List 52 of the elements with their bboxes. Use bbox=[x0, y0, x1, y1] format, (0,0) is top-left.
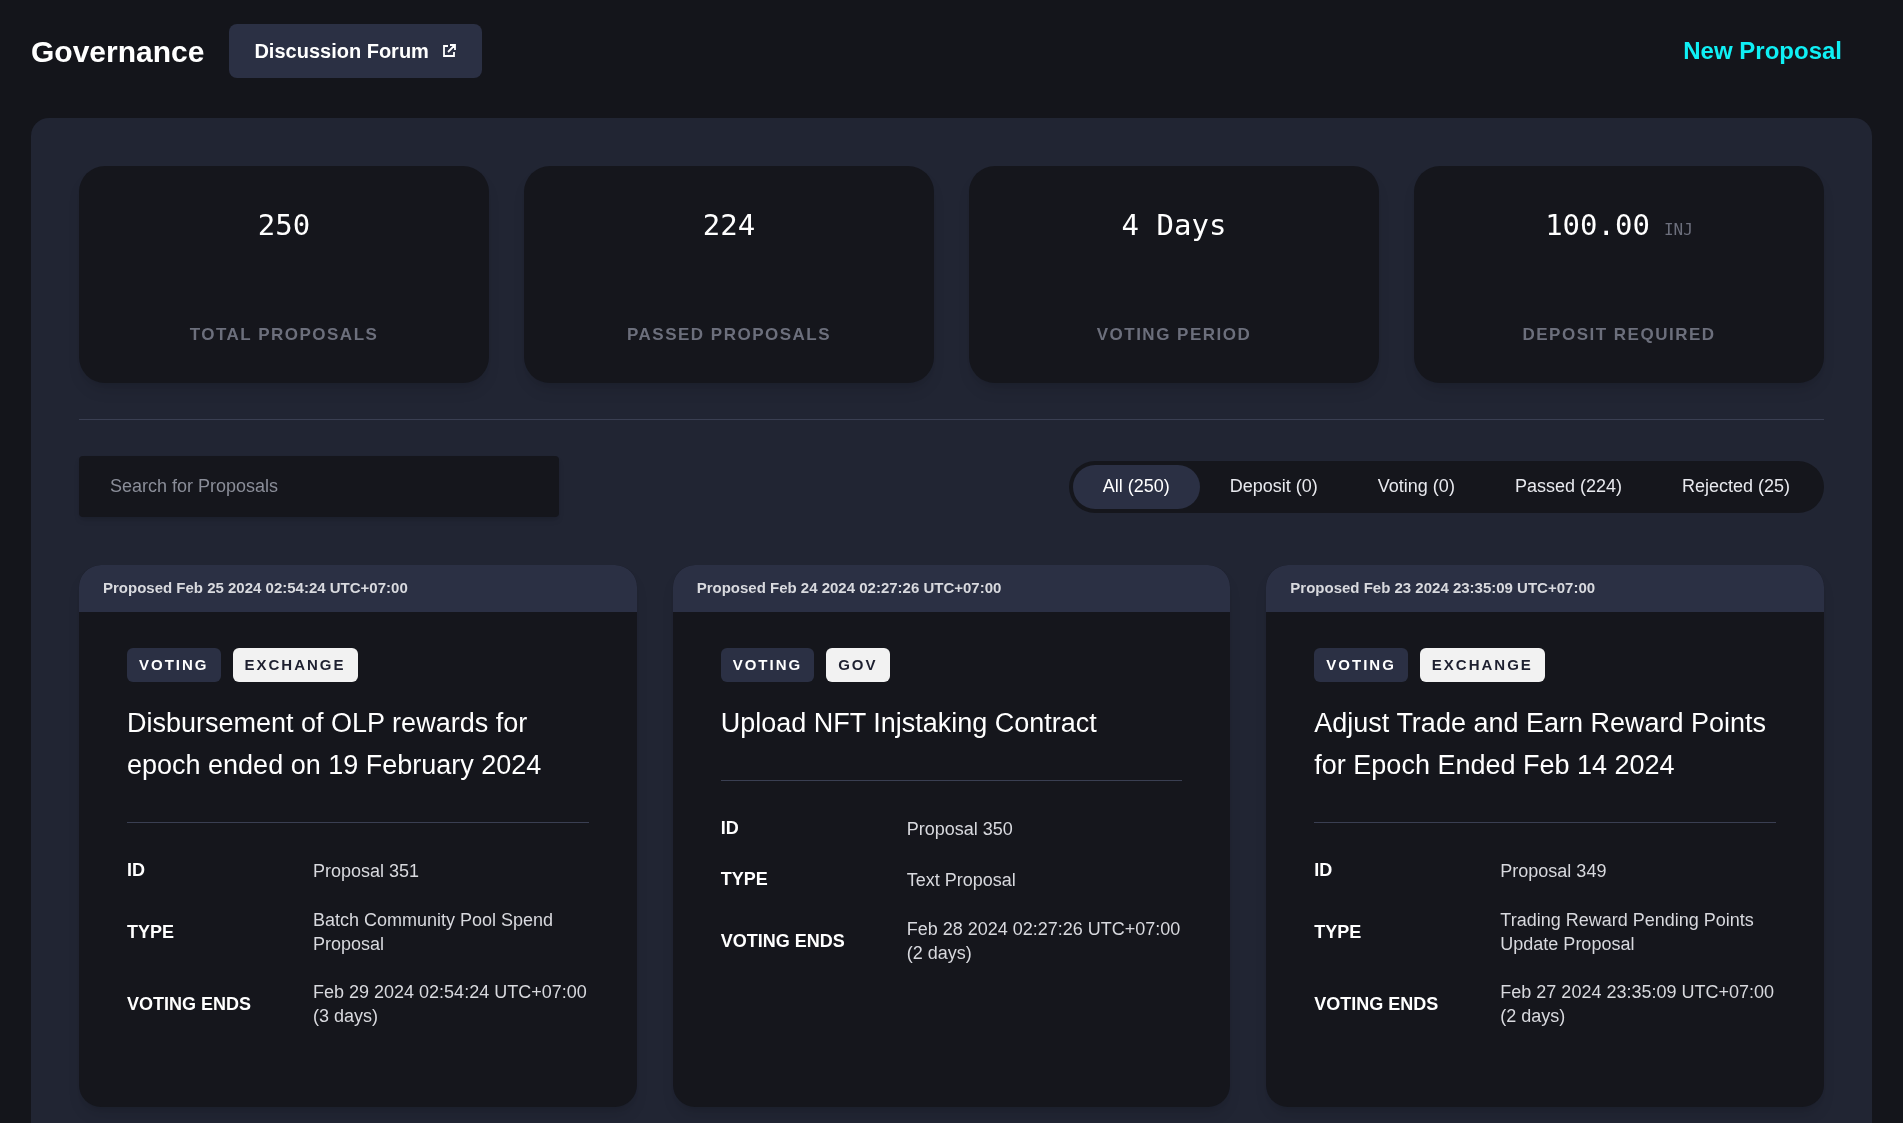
tag-badge: VOTING bbox=[1314, 648, 1408, 682]
tag-badge: GOV bbox=[826, 648, 890, 682]
field-value: Trading Reward Pending Points Update Proposal bbox=[1500, 909, 1755, 956]
field-value: Text Proposal bbox=[906, 868, 1017, 892]
field-value: Proposal 350 bbox=[906, 817, 1014, 841]
stat-label: PASSED PROPOSALS bbox=[626, 323, 832, 346]
stat-unit: INJ bbox=[1663, 219, 1693, 241]
filter-tab[interactable]: All (250) bbox=[1072, 464, 1200, 509]
stat-label: VOTING PERIOD bbox=[1096, 323, 1252, 346]
stat-value: 4 Days bbox=[1121, 207, 1227, 244]
proposed-date: Proposed Feb 23 2024 23:35:09 UTC+07:00 bbox=[1266, 565, 1824, 612]
filter-tab[interactable]: Deposit (0) bbox=[1199, 464, 1348, 509]
search-field[interactable]: Search for Proposals bbox=[79, 456, 559, 517]
field-value: Feb 29 2024 02:54:24 UTC+07:00 (3 days) bbox=[313, 981, 588, 1028]
field-label: TYPE bbox=[1314, 920, 1363, 944]
filter-tab[interactable]: Voting (0) bbox=[1347, 464, 1485, 509]
field-label: VOTING ENDS bbox=[1314, 992, 1440, 1016]
field-value: Proposal 349 bbox=[1500, 859, 1608, 883]
tag-badge: EXCHANGE bbox=[232, 648, 358, 682]
field-value: Proposal 351 bbox=[313, 859, 421, 883]
field-value: Batch Community Pool Spend Proposal bbox=[313, 909, 555, 956]
proposal-card[interactable] bbox=[79, 565, 637, 1107]
external-link-icon bbox=[440, 43, 457, 59]
stat-value: 250 bbox=[257, 207, 311, 244]
page-title: Governance bbox=[31, 33, 205, 70]
field-label: TYPE bbox=[720, 868, 769, 891]
field-label: ID bbox=[1314, 859, 1334, 882]
discussion-forum-button[interactable]: Discussion Forum bbox=[229, 24, 482, 78]
proposal-title: Adjust Trade and Earn Reward Points for Epoch Ended Feb 14 2024 bbox=[1314, 702, 1776, 823]
filter-tab[interactable]: Passed (224) bbox=[1484, 464, 1652, 509]
new-proposal-link[interactable]: New Proposal bbox=[1683, 33, 1842, 69]
tag-badge: VOTING bbox=[127, 648, 221, 682]
filter-tab[interactable]: Rejected (25) bbox=[1651, 464, 1820, 509]
proposed-date: Proposed Feb 25 2024 02:54:24 UTC+07:00 bbox=[79, 565, 637, 612]
proposed-date: Proposed Feb 24 2024 02:27:26 UTC+07:00 bbox=[672, 565, 1231, 612]
field-value: Feb 27 2024 23:35:09 UTC+07:00 (2 days) bbox=[1500, 981, 1776, 1028]
tag-badge: EXCHANGE bbox=[1419, 648, 1545, 682]
stat-value: 224 bbox=[702, 207, 756, 244]
stat-label: DEPOSIT REQUIRED bbox=[1522, 323, 1716, 346]
proposal-title: Disbursement of OLP rewards for epoch ended on 19 February 2024 bbox=[127, 702, 589, 823]
tag-badge: VOTING bbox=[720, 648, 815, 682]
proposal-card[interactable] bbox=[1266, 565, 1824, 1107]
stat-value: 100.00 bbox=[1545, 207, 1650, 244]
stat-label: TOTAL PROPOSALS bbox=[189, 323, 379, 346]
field-label: ID bbox=[127, 859, 146, 882]
proposal-card[interactable]: Proposed Feb 24 2024 02:27:26 UTC+07:00 VOTING GOV Upload NFT Injstaking Contract ID Proposal 350 TYPE Text Proposal VOTING ENDS Feb 28 2024 02:27:26 UTC+07:00 (2 days) bbox=[672, 565, 1231, 1107]
field-label: VOTING ENDS bbox=[720, 929, 846, 953]
field-label: VOTING ENDS bbox=[127, 992, 252, 1016]
field-label: ID bbox=[720, 817, 740, 840]
field-value: Feb 28 2024 02:27:26 UTC+07:00 (2 days) bbox=[906, 918, 1182, 965]
proposal-title: Upload NFT Injstaking Contract bbox=[720, 702, 1183, 781]
field-label: TYPE bbox=[127, 920, 175, 944]
